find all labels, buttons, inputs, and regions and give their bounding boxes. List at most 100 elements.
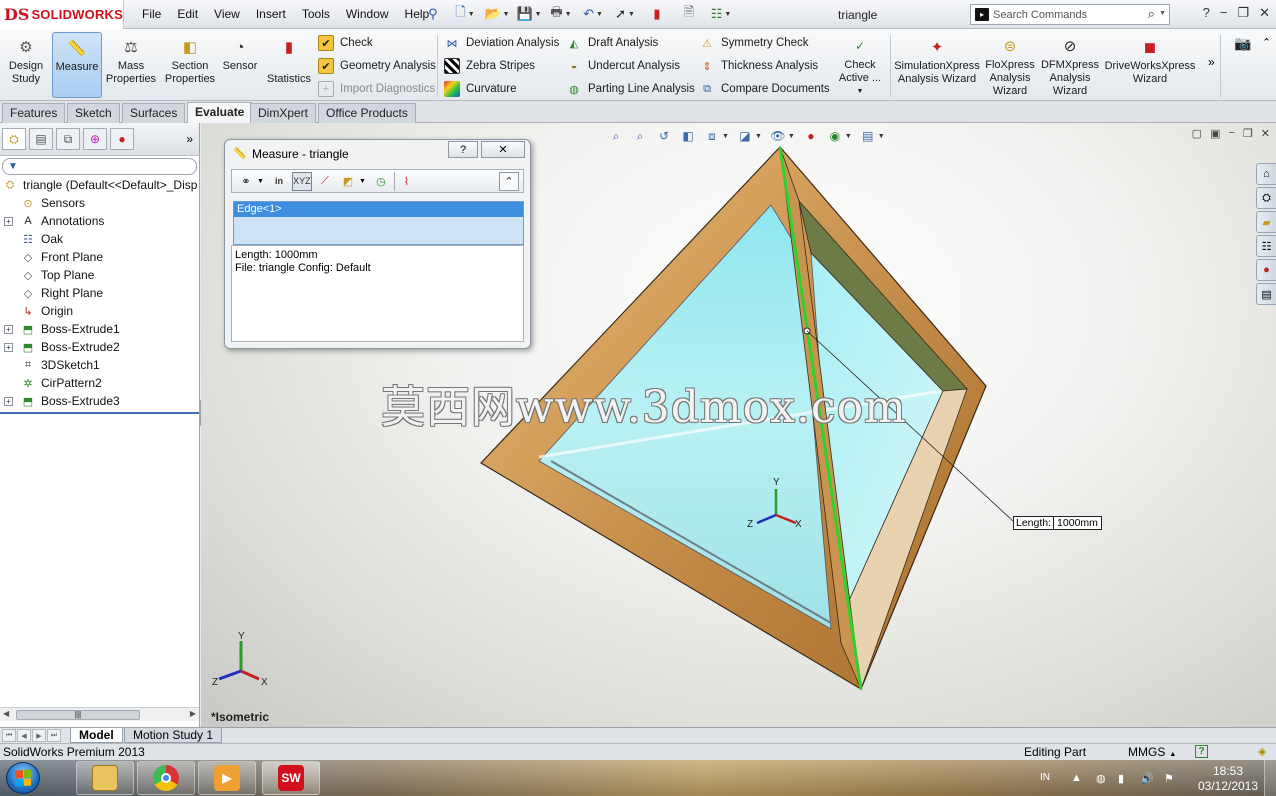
show-hidden-icons[interactable]: ▲ (1071, 772, 1082, 784)
tree-item[interactable]: ◇ Top Plane (0, 266, 95, 284)
solidworks-logo[interactable]: DS SOLIDWORKS (0, 0, 124, 29)
tree-item[interactable]: + ⬒ Boss-Extrude1 (0, 320, 120, 338)
tree-item[interactable]: + ⬒ Boss-Extrude3 (0, 392, 120, 410)
new-document-icon[interactable]: 🗋 ▼ (452, 4, 478, 24)
close-icon[interactable]: ✕ (1259, 5, 1270, 21)
first-tab-icon[interactable]: ⏮ (2, 729, 16, 742)
taskbar-explorer[interactable] (76, 761, 134, 795)
camera-icon[interactable]: 📷 (1234, 35, 1251, 52)
scroll-left-icon[interactable]: ◀ (3, 709, 9, 718)
taskbar-solidworks[interactable]: SW (262, 761, 320, 795)
menu-file[interactable]: File (134, 7, 169, 21)
scroll-right-icon[interactable]: ▶ (190, 709, 196, 718)
collapse-dialog-button[interactable]: ⌃ (499, 171, 519, 191)
expand-icon[interactable]: + (4, 342, 13, 352)
panel-horizontal-scrollbar[interactable]: ◀ ||| ▶ (0, 707, 199, 721)
expand-icon[interactable]: + (4, 324, 13, 334)
draft-analysis-button[interactable]: ◭ Draft Analysis (566, 33, 659, 53)
next-tab-icon[interactable]: ▶ (32, 729, 46, 742)
file-properties-icon[interactable]: 🗎 (676, 4, 702, 24)
menu-insert[interactable]: Insert (248, 7, 294, 21)
thickness-analysis-button[interactable]: ⇕ Thickness Analysis (699, 56, 818, 76)
point-to-point-icon[interactable]: ⟋ (315, 172, 335, 191)
check-active-button[interactable]: ✓ Check Active ... ▼ (834, 32, 886, 98)
displaymanager-tab-icon[interactable]: ● (110, 128, 134, 150)
network-globe-icon[interactable]: ◍ (1096, 772, 1106, 785)
tab-features[interactable]: Features (2, 103, 66, 123)
floxpress-button[interactable]: ⊜ FloXpress Analysis Wizard (984, 32, 1036, 98)
tree-item[interactable]: + ⬒ Boss-Extrude2 (0, 338, 120, 356)
taskbar-chrome[interactable] (137, 761, 195, 795)
selection-list[interactable]: Edge<1> (233, 201, 524, 245)
tab-dimxpert[interactable]: DimXpert (250, 103, 317, 123)
tag-icon[interactable]: ◈ (1258, 745, 1266, 758)
import-diagnostics-button[interactable]: + Import Diagnostics (318, 79, 435, 99)
menu-edit[interactable]: Edit (169, 7, 206, 21)
zebra-stripes-button[interactable]: Zebra Stripes (444, 56, 535, 76)
selection-item[interactable]: Edge<1> (234, 202, 523, 217)
sensor-button[interactable]: ◔ Sensor (220, 32, 260, 98)
tree-item[interactable]: ⌗ 3DSketch1 (0, 356, 100, 374)
measurement-history-icon[interactable]: ◷ (371, 172, 391, 191)
taskbar-media-player[interactable]: ▶ (198, 761, 256, 795)
unit-system[interactable]: MMGS ▲ (1128, 745, 1176, 759)
print-icon[interactable]: 🖶 ▼ (548, 4, 574, 24)
select-pointer-icon[interactable]: ➚ ▼ (612, 4, 638, 24)
tree-item[interactable]: ◇ Front Plane (0, 248, 103, 266)
volume-icon[interactable]: 🔊 (1140, 772, 1154, 785)
menu-view[interactable]: View (206, 7, 248, 21)
language-indicator[interactable]: IN (1040, 772, 1050, 783)
tree-item[interactable]: ⊙ Sensors (0, 194, 85, 212)
dialog-help-button[interactable]: ? (448, 141, 478, 158)
mass-properties-button[interactable]: ⚖ Mass Properties (104, 32, 158, 98)
length-callout[interactable]: Length: 1000mm (1013, 516, 1102, 530)
tab-surfaces[interactable]: Surfaces (122, 103, 186, 123)
feature-filter-input[interactable]: ▼ (2, 157, 197, 175)
statistics-button[interactable]: ▮ Statistics (264, 32, 314, 98)
compare-documents-button[interactable]: ⧉ Compare Documents (699, 79, 830, 99)
tab-model[interactable]: Model (70, 728, 123, 743)
geometry-analysis-button[interactable]: ✔ Geometry Analysis (318, 56, 436, 76)
dialog-title-bar[interactable]: 📏 Measure - triangle (233, 147, 349, 161)
symmetry-check-button[interactable]: ⚠ Symmetry Check (699, 33, 808, 53)
dialog-close-button[interactable]: ✕ (481, 141, 525, 158)
last-tab-icon[interactable]: ⏭ (47, 729, 61, 742)
create-sensor-icon[interactable]: ⌇ (393, 171, 414, 191)
options-icon[interactable]: ☷ ▼ (708, 4, 734, 24)
projected-on-icon[interactable]: ◩ (338, 172, 358, 191)
show-desktop-button[interactable] (1264, 760, 1276, 796)
design-study-button[interactable]: ⚙ Design Study (4, 32, 48, 98)
arc-circle-measurements-icon[interactable]: ⚭ (236, 172, 256, 191)
tab-evaluate[interactable]: Evaluate (187, 102, 253, 124)
undercut-analysis-button[interactable]: ◒ Undercut Analysis (566, 56, 680, 76)
search-icon[interactable]: ⌕ (1148, 6, 1155, 22)
driveworksxpress-button[interactable]: ◼ DriveWorksXpress Wizard (1104, 32, 1196, 98)
chevron-down-icon[interactable]: ▼ (857, 85, 864, 98)
minimize-icon[interactable]: − (1220, 5, 1228, 21)
prev-tab-icon[interactable]: ◀ (17, 729, 31, 742)
units-precision-icon[interactable]: in (269, 172, 289, 191)
dimxpertmanager-tab-icon[interactable]: ⊕ (83, 128, 107, 150)
help-icon[interactable]: ? (1203, 5, 1210, 21)
tree-item[interactable]: ☷ Oak (0, 230, 63, 248)
help-icon[interactable]: ? (1195, 745, 1208, 758)
menu-tools[interactable]: Tools (294, 7, 338, 21)
tree-root[interactable]: ⛭ triangle (Default<<Default>_Disp (0, 176, 198, 194)
configurationmanager-tab-icon[interactable]: ⧉ (56, 128, 80, 150)
tab-office-products[interactable]: Office Products (318, 103, 416, 123)
rebuild-icon[interactable]: ▮ (644, 4, 670, 24)
clock[interactable]: 18:53 03/12/2013 (1193, 764, 1263, 794)
deviation-analysis-button[interactable]: ⋈ Deviation Analysis (444, 33, 560, 53)
propertymanager-tab-icon[interactable]: ▤ (29, 128, 53, 150)
tree-item[interactable]: ↳ Origin (0, 302, 73, 320)
search-commands-input[interactable]: ▸ Search Commands ⌕ ▼ (970, 4, 1170, 25)
section-properties-button[interactable]: ◧ Section Properties (162, 32, 218, 98)
restore-icon[interactable]: ❐ (1237, 5, 1249, 21)
show-xyz-measurements-icon[interactable]: XYZ (291, 171, 312, 191)
featuremanager-tab-icon[interactable]: ⛭ (2, 128, 26, 150)
curvature-button[interactable]: Curvature (444, 79, 517, 99)
dfmxpress-button[interactable]: ⊘ DFMXpress Analysis Wizard (1040, 32, 1100, 98)
signal-icon[interactable]: ▮ (1118, 772, 1124, 785)
tab-motion-study[interactable]: Motion Study 1 (124, 728, 223, 743)
expand-panel-icon[interactable]: » (186, 132, 193, 146)
